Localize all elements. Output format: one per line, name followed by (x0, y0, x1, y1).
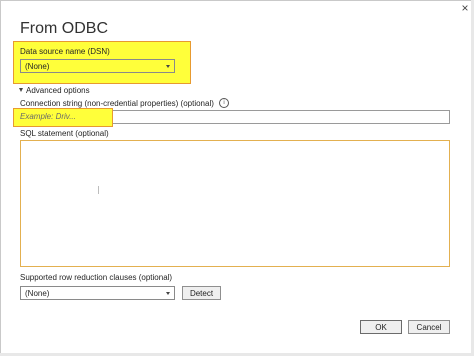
row-reduction-selected-value: (None) (25, 289, 50, 298)
detect-button[interactable]: Detect (182, 286, 221, 300)
connection-string-label: Connection string (non-credential proper… (20, 99, 214, 108)
cancel-button[interactable]: Cancel (408, 320, 450, 334)
chevron-down-icon (166, 292, 170, 295)
ok-button[interactable]: OK (360, 320, 402, 334)
advanced-options-label: Advanced options (26, 86, 90, 95)
connection-string-placeholder: Example: Driv... (20, 112, 76, 121)
sql-statement-label: SQL statement (optional) (20, 129, 109, 138)
dsn-dropdown[interactable]: (None) (20, 59, 175, 73)
sql-statement-textarea[interactable] (20, 140, 450, 267)
dsn-selected-value: (None) (25, 62, 50, 71)
row-reduction-dropdown[interactable]: (None) (20, 286, 175, 300)
expand-triangle-icon (19, 88, 23, 92)
close-icon[interactable]: × (459, 2, 471, 14)
row-reduction-label: Supported row reduction clauses (optiona… (20, 273, 173, 282)
dsn-label: Data source name (DSN) (20, 47, 110, 56)
dialog-title: From ODBC (20, 20, 108, 37)
chevron-down-icon (166, 65, 170, 68)
text-cursor (98, 186, 99, 194)
info-icon[interactable]: i (219, 98, 229, 108)
